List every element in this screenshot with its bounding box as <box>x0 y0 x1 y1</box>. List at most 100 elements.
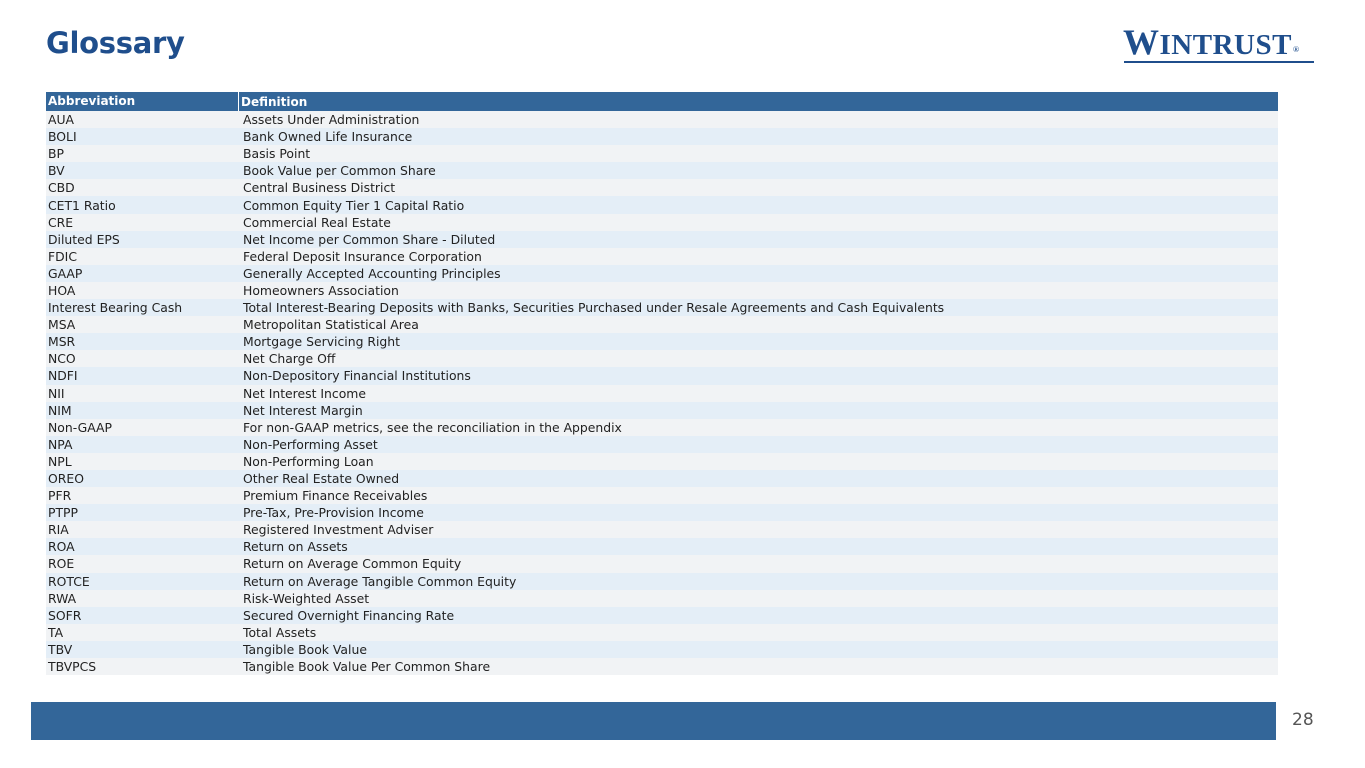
definition-cell: Metropolitan Statistical Area <box>243 317 419 333</box>
table-row: OREO Other Real Estate Owned <box>46 469 1278 488</box>
definition-cell: For non-GAAP metrics, see the reconcilia… <box>243 419 622 435</box>
definition-cell: Net Interest Income <box>243 385 366 401</box>
abbreviation-cell: Non-GAAP <box>48 419 112 435</box>
abbreviation-cell: FDIC <box>48 248 77 264</box>
table-header: Abbreviation Definition <box>46 92 1278 111</box>
glossary-table: Abbreviation Definition AUA Assets Under … <box>46 92 1278 676</box>
definition-cell: Registered Investment Adviser <box>243 522 434 538</box>
table-row: PTPP Pre-Tax, Pre-Provision Income <box>46 504 1278 522</box>
definition-cell: Central Business District <box>243 180 396 196</box>
abbreviation-cell: NPA <box>48 436 73 452</box>
abbreviation-cell: HOA <box>48 282 76 298</box>
definition-cell: Non-Performing Loan <box>243 453 374 469</box>
page-title: Glossary <box>46 26 185 60</box>
table-row: BOLI Bank Owned Life Insurance <box>46 128 1278 146</box>
abbreviation-cell: NDFI <box>48 368 78 384</box>
definition-cell: Return on Average Common Equity <box>243 556 462 572</box>
definition-cell: Non-Depository Financial Institutions <box>243 368 471 384</box>
logo-letters-rest: INTRUST <box>1159 29 1292 61</box>
abbreviation-cell: ROTCE <box>48 573 90 589</box>
table-row: NDFI Non-Depository Financial Institution… <box>46 367 1278 385</box>
table-row: NCO Net Charge Off <box>46 350 1278 368</box>
abbreviation-cell: BV <box>48 163 65 179</box>
registered-mark: ® <box>1292 45 1300 54</box>
abbreviation-cell: MSA <box>48 317 76 333</box>
table-row: NPL Non-Performing Loan <box>46 452 1278 470</box>
definition-cell: Common Equity Tier 1 Capital Ratio <box>243 197 465 213</box>
abbreviation-cell: NII <box>48 385 65 401</box>
abbreviation-cell: OREO <box>48 471 84 487</box>
definition-cell: Homeowners Association <box>243 282 399 298</box>
logo-underline <box>1124 61 1314 63</box>
abbreviation-cell: NIM <box>48 402 72 418</box>
abbreviation-cell: TBV <box>48 641 73 657</box>
abbreviation-cell: CBD <box>48 180 75 196</box>
table-row: MSR Mortgage Servicing Right <box>46 333 1278 351</box>
table-row: NII Net Interest Income <box>46 384 1278 402</box>
definition-cell: Tangible Book Value <box>243 641 367 657</box>
definition-cell: Bank Owned Life Insurance <box>243 129 413 145</box>
table-row: ROA Return on Assets <box>46 538 1278 556</box>
table-row: BV Book Value per Common Share <box>46 162 1278 180</box>
table-row: TBVPCS Tangible Book Value Per Common Sha… <box>46 658 1278 676</box>
definition-cell: Generally Accepted Accounting Principles <box>243 265 501 281</box>
abbreviation-cell: NPL <box>48 453 72 469</box>
definition-cell: Non-Performing Asset <box>243 436 378 452</box>
table-row: CET1 Ratio Common Equity Tier 1 Capital R… <box>46 196 1278 214</box>
definition-cell: Total Assets <box>243 624 317 640</box>
table-row: RWA Risk-Weighted Asset <box>46 589 1278 607</box>
logo-letter-w: W <box>1123 22 1160 62</box>
table-row: PFR Premium Finance Receivables <box>46 487 1278 505</box>
column-header-abbreviation: Abbreviation <box>46 92 239 111</box>
definition-cell: Secured Overnight Financing Rate <box>243 607 455 623</box>
abbreviation-cell: NCO <box>48 351 76 367</box>
table-row: HOA Homeowners Association <box>46 281 1278 300</box>
table-row: Non-GAAP For non-GAAP metrics, see the re… <box>46 418 1278 436</box>
abbreviation-cell: MSR <box>48 334 76 350</box>
table-row: TBV Tangible Book Value <box>46 640 1278 658</box>
table-row: FDIC Federal Deposit Insurance Corporatio… <box>46 247 1278 265</box>
definition-cell: Federal Deposit Insurance Corporation <box>243 248 482 264</box>
table-row: CBD Central Business District <box>46 179 1278 197</box>
abbreviation-cell: PTPP <box>48 505 78 521</box>
column-header-definition: Definition <box>241 94 308 109</box>
definition-cell: Basis Point <box>243 146 311 162</box>
table-row: SOFR Secured Overnight Financing Rate <box>46 606 1278 624</box>
definition-cell: Net Interest Margin <box>243 402 363 418</box>
table-row: NIM Net Interest Margin <box>46 401 1278 419</box>
table-row: Interest Bearing Cash Total Interest-Bear… <box>46 299 1278 317</box>
abbreviation-cell: SOFR <box>48 607 82 623</box>
table-row: MSA Metropolitan Statistical Area <box>46 316 1278 334</box>
definition-cell: Premium Finance Receivables <box>243 488 428 504</box>
abbreviation-cell: Interest Bearing Cash <box>48 300 183 316</box>
definition-cell: Net Charge Off <box>243 351 336 367</box>
definition-cell: Return on Assets <box>243 539 348 555</box>
abbreviation-cell: PFR <box>48 488 72 504</box>
abbreviation-cell: RIA <box>48 522 69 538</box>
definition-cell: Tangible Book Value Per Common Share <box>243 659 491 675</box>
abbreviation-cell: TA <box>48 624 64 640</box>
definition-cell: Other Real Estate Owned <box>243 471 400 487</box>
abbreviation-cell: RWA <box>48 590 77 606</box>
table-row: ROTCE Return on Average Tangible Common E… <box>46 572 1278 590</box>
table-row: NPA Non-Performing Asset <box>46 435 1278 453</box>
page-number: 28 <box>1292 710 1314 730</box>
abbreviation-cell: Diluted EPS <box>48 231 120 247</box>
table-row: GAAP Generally Accepted Accounting Princi… <box>46 264 1278 282</box>
abbreviation-cell: ROA <box>48 539 75 555</box>
table-row: ROE Return on Average Common Equity <box>46 555 1278 573</box>
definition-cell: Assets Under Administration <box>243 112 420 128</box>
wintrust-logo: WINTRUST® <box>1123 22 1321 66</box>
abbreviation-cell: BOLI <box>48 129 77 145</box>
table-row: AUA Assets Under Administration <box>46 111 1278 129</box>
abbreviation-cell: AUA <box>48 112 75 128</box>
abbreviation-cell: BP <box>48 146 64 162</box>
definition-cell: Net Income per Common Share - Diluted <box>243 231 496 247</box>
table-row: CRE Commercial Real Estate <box>46 213 1278 231</box>
definition-cell: Total Interest-Bearing Deposits with Ban… <box>243 300 945 316</box>
table-row: Diluted EPS Net Income per Common Share -… <box>46 230 1278 248</box>
abbreviation-cell: CRE <box>48 214 74 230</box>
definition-cell: Pre-Tax, Pre-Provision Income <box>243 505 424 521</box>
abbreviation-cell: ROE <box>48 556 75 572</box>
definition-cell: Book Value per Common Share <box>243 163 436 179</box>
